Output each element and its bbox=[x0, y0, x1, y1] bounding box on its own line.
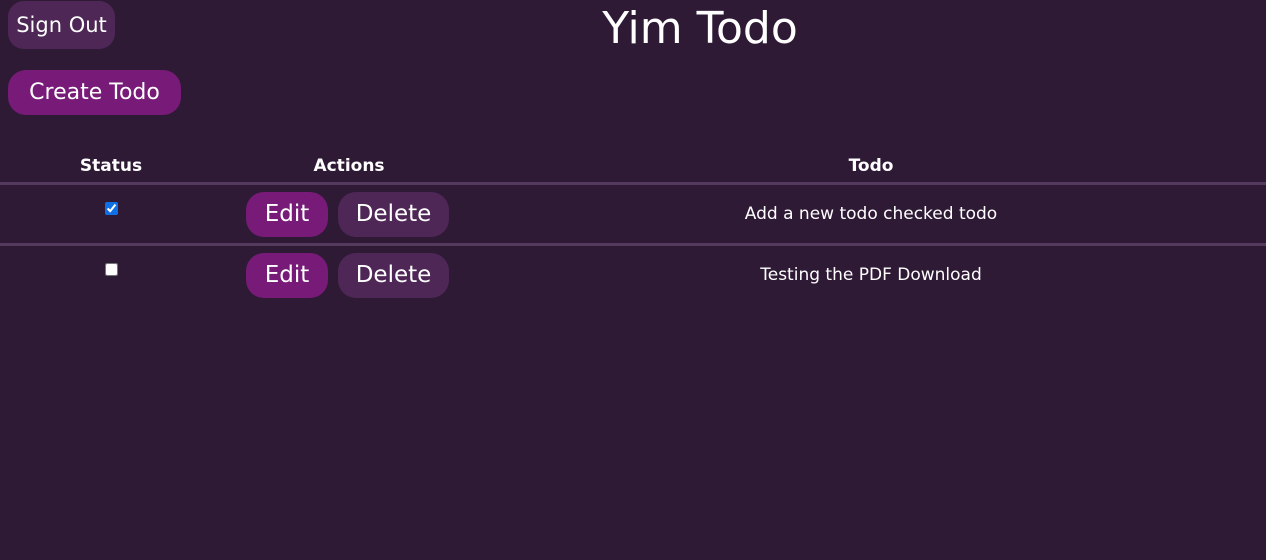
todo-text: Add a new todo checked todo bbox=[476, 183, 1266, 246]
status-checkbox[interactable] bbox=[104, 202, 118, 215]
table-header-row: Status Actions Todo bbox=[0, 150, 1266, 185]
todo-page: Sign Out Yim Todo Create Todo Status Act… bbox=[0, 0, 1266, 560]
page-title: Yim Todo bbox=[602, 3, 798, 54]
table-row: Edit Delete Testing the PDF Download bbox=[0, 245, 1266, 305]
edit-button[interactable]: Edit bbox=[246, 252, 328, 298]
create-todo-button[interactable]: Create Todo bbox=[8, 70, 181, 115]
delete-button[interactable]: Delete bbox=[338, 191, 449, 237]
sign-out-button[interactable]: Sign Out bbox=[8, 1, 115, 49]
column-header-status: Status bbox=[0, 150, 222, 185]
column-header-todo: Todo bbox=[476, 150, 1266, 185]
todo-table: Status Actions Todo Edit Delete Add a ne… bbox=[0, 150, 1266, 304]
column-header-actions: Actions bbox=[222, 150, 476, 185]
status-cell bbox=[0, 245, 222, 305]
actions-cell: Edit Delete bbox=[222, 183, 476, 246]
actions-cell: Edit Delete bbox=[222, 245, 476, 305]
delete-button[interactable]: Delete bbox=[338, 252, 449, 298]
edit-button[interactable]: Edit bbox=[246, 191, 328, 237]
status-checkbox[interactable] bbox=[104, 263, 118, 276]
status-cell bbox=[0, 183, 222, 246]
todo-text: Testing the PDF Download bbox=[760, 265, 982, 285]
table-row: Edit Delete Add a new todo checked todo bbox=[0, 183, 1266, 246]
